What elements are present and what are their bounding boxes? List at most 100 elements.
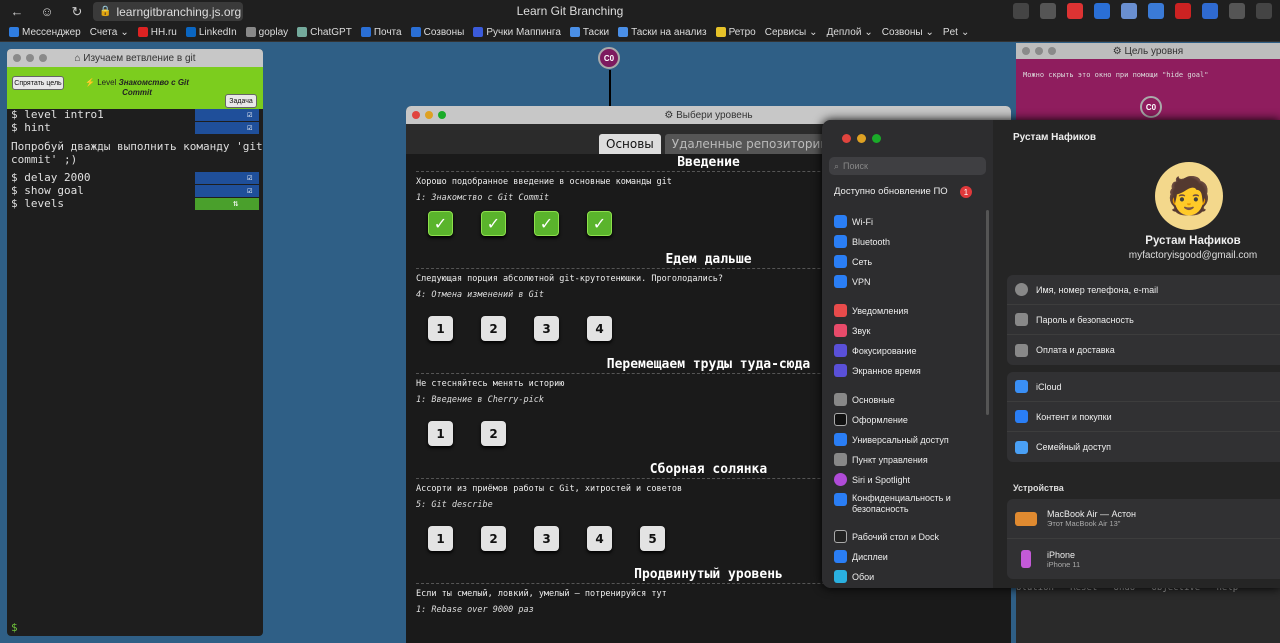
- commit-node: C0: [598, 47, 620, 69]
- bookmark-item[interactable]: LinkedIn: [185, 27, 237, 38]
- avatar[interactable]: 🧑: [1155, 162, 1223, 230]
- tab-remote[interactable]: Удаленные репозитории: [664, 134, 836, 154]
- laptop-icon: [1015, 511, 1037, 526]
- sidebar-item-displays[interactable]: Дисплеи: [834, 550, 888, 563]
- level-button[interactable]: 1: [428, 421, 453, 446]
- refresh-icon: ⇅: [233, 199, 239, 209]
- row-name-phone[interactable]: Имя, номер телефона, e-mail: [1007, 275, 1280, 305]
- bookmark-item[interactable]: Таски на анализ: [618, 27, 707, 38]
- sidebar-item-vpn[interactable]: VPN: [834, 275, 871, 288]
- sidebar-item-siri[interactable]: Siri и Spotlight: [834, 473, 910, 486]
- row-icloud[interactable]: iCloud: [1007, 372, 1280, 402]
- row-family[interactable]: Семейный доступ: [1007, 432, 1280, 462]
- bookmark-item[interactable]: goplay: [245, 27, 288, 38]
- row-payment[interactable]: Оплата и доставка: [1007, 335, 1280, 365]
- level-button[interactable]: 3: [534, 316, 559, 341]
- sidebar-item-dock[interactable]: Рабочий стол и Dock: [834, 530, 939, 543]
- bookmark-folder[interactable]: Созвоны ⌄: [882, 27, 934, 38]
- search-icon: ⌕: [834, 160, 840, 171]
- sidebar-item-control-center[interactable]: Пункт управления: [834, 453, 928, 466]
- bookmark-folder[interactable]: Сервисы ⌄: [765, 27, 818, 38]
- sidebar-item-wallpaper[interactable]: Обои: [834, 570, 874, 583]
- bookmark-item[interactable]: Мессенджер: [9, 27, 81, 38]
- level-button[interactable]: 1: [428, 526, 453, 551]
- sidebar-item-screen-time[interactable]: Экранное время: [834, 364, 921, 377]
- bookmark-folder[interactable]: Деплой ⌄: [827, 27, 873, 38]
- bookmark-item[interactable]: HH.ru: [137, 27, 177, 38]
- hand-icon: [834, 493, 847, 506]
- update-label[interactable]: Доступно обновление ПО: [834, 186, 948, 197]
- level-button[interactable]: 2: [481, 316, 506, 341]
- sidebar-item-accessibility[interactable]: Универсальный доступ: [834, 433, 949, 446]
- sidebar-item-bluetooth[interactable]: Bluetooth: [834, 235, 890, 248]
- appearance-icon: [834, 413, 847, 426]
- level-button[interactable]: 4: [587, 526, 612, 551]
- min-dot[interactable]: [857, 134, 866, 143]
- bell-icon: [834, 304, 847, 317]
- sidebar-item-focus[interactable]: Фокусирование: [834, 344, 917, 357]
- vpn-icon: [834, 275, 847, 288]
- bookmark-item[interactable]: Почта: [360, 27, 402, 38]
- sidebar-item-privacy[interactable]: Конфиденциальность и безопасность: [834, 493, 964, 515]
- network-icon: [834, 255, 847, 268]
- reload-icon[interactable]: ↻: [70, 4, 84, 19]
- close-dot[interactable]: [842, 134, 851, 143]
- row-password[interactable]: Пароль и безопасность: [1007, 305, 1280, 335]
- appstore-icon: [1015, 410, 1028, 423]
- menu-icon[interactable]: [1256, 3, 1272, 19]
- extension-blue-icon[interactable]: [1094, 3, 1110, 19]
- bookmark-item[interactable]: Созвоны: [410, 27, 464, 38]
- sidebar-scrollbar[interactable]: [986, 210, 989, 415]
- bluetooth-icon: [834, 235, 847, 248]
- max-dot[interactable]: [872, 134, 881, 143]
- row-media[interactable]: Контент и покупки: [1007, 402, 1280, 432]
- sidebar-item-appearance[interactable]: Оформление: [834, 413, 908, 426]
- level-button[interactable]: 1: [428, 316, 453, 341]
- level-button[interactable]: 2: [481, 526, 506, 551]
- address-bar[interactable]: 🔒 learngitbranching.js.org: [93, 2, 243, 21]
- translate-icon[interactable]: [1013, 3, 1029, 19]
- sidebar-item-network[interactable]: Сеть: [834, 255, 872, 268]
- terminal[interactable]: $ level intro1 ☑ $ hint ☑ Попробуй дважды …: [7, 108, 263, 211]
- tab-main[interactable]: Основы: [599, 134, 661, 154]
- bookmark-item[interactable]: Счета ⌄: [90, 27, 129, 38]
- level-button-done[interactable]: ✓: [534, 211, 559, 236]
- back-icon[interactable]: ←: [10, 4, 24, 19]
- terminal-prompt[interactable]: $: [11, 621, 18, 634]
- level-button-done[interactable]: ✓: [428, 211, 453, 236]
- level-button[interactable]: 4: [587, 316, 612, 341]
- bookmark-item[interactable]: Таски: [569, 27, 609, 38]
- device-row[interactable]: iPhone iPhone 11: [1007, 539, 1280, 579]
- level-button[interactable]: 5: [640, 526, 665, 551]
- bookmark-item[interactable]: Ручки Маппинга: [473, 27, 561, 38]
- goal-note: Можно скрыть это окно при помощи "hide g…: [1023, 71, 1209, 79]
- profile-icon[interactable]: ☺: [40, 4, 54, 19]
- extension-sm-icon[interactable]: [1202, 3, 1218, 19]
- device-row[interactable]: MacBook Air — Астон Этот MacBook Air 13": [1007, 499, 1280, 539]
- task-button[interactable]: Задача: [225, 94, 257, 108]
- extension-shield-icon[interactable]: [1121, 3, 1137, 19]
- bookmark-item[interactable]: ChatGPT: [297, 27, 352, 38]
- extension-gear-icon[interactable]: [1148, 3, 1164, 19]
- search-input[interactable]: ⌕ Поиск: [829, 157, 986, 175]
- bookmark-folder[interactable]: Pet ⌄: [943, 27, 969, 38]
- level-button[interactable]: 3: [534, 526, 559, 551]
- extension-red-icon[interactable]: [1067, 3, 1083, 19]
- sidebar-item-notifications[interactable]: Уведомления: [834, 304, 908, 317]
- level-button-done[interactable]: ✓: [587, 211, 612, 236]
- sidebar-item-sound[interactable]: Звук: [834, 324, 870, 337]
- account-group: Имя, номер телефона, e-mail Пароль и без…: [1007, 275, 1280, 365]
- bookmark-item[interactable]: Ретро: [715, 27, 756, 38]
- level-button[interactable]: 2: [481, 421, 506, 446]
- extensions-icon[interactable]: [1229, 3, 1245, 19]
- extensions: [1013, 3, 1272, 19]
- sidebar-item-general[interactable]: Основные: [834, 393, 895, 406]
- control-center-icon: [834, 453, 847, 466]
- bookmark-icon[interactable]: [1040, 3, 1056, 19]
- window-title: ⌂ Изучаем ветвление в git: [74, 52, 196, 64]
- level-button-done[interactable]: ✓: [481, 211, 506, 236]
- hide-goal-button[interactable]: Спрятать цель: [12, 76, 64, 90]
- sidebar-item-wifi[interactable]: Wi-Fi: [834, 215, 873, 228]
- update-badge: 1: [960, 186, 972, 198]
- extension-record-icon[interactable]: [1175, 3, 1191, 19]
